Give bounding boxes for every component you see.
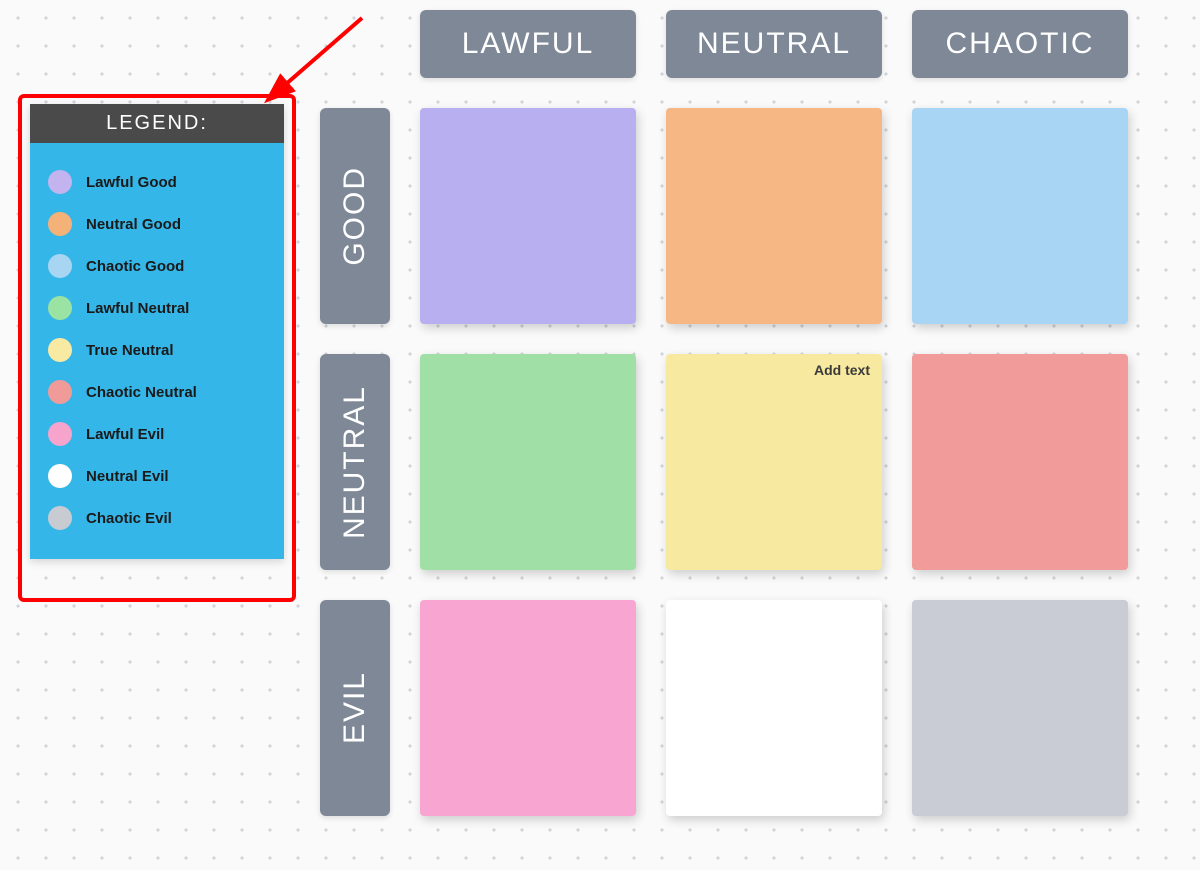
legend-item: Chaotic Evil: [44, 497, 270, 539]
legend-swatch: [48, 296, 72, 320]
legend-item-label: Lawful Neutral: [86, 300, 189, 317]
legend-swatch: [48, 170, 72, 194]
legend-item: Lawful Evil: [44, 413, 270, 455]
cell-lawful-evil[interactable]: [420, 600, 636, 816]
legend-item-label: True Neutral: [86, 342, 174, 359]
legend-panel: LEGEND: Lawful Good Neutral Good Chaotic…: [30, 104, 284, 559]
legend-item-label: Neutral Good: [86, 216, 181, 233]
legend-swatch: [48, 506, 72, 530]
legend-title: LEGEND:: [30, 104, 284, 143]
legend-item: Lawful Good: [44, 161, 270, 203]
grid-corner-empty: [320, 10, 390, 78]
cell-true-neutral[interactable]: Add text: [666, 354, 882, 570]
row-header-evil: EVIL: [320, 600, 390, 816]
cell-neutral-evil[interactable]: [666, 600, 882, 816]
legend-item: Chaotic Good: [44, 245, 270, 287]
legend-item-label: Neutral Evil: [86, 468, 169, 485]
legend-item-label: Chaotic Neutral: [86, 384, 197, 401]
cell-lawful-good[interactable]: [420, 108, 636, 324]
cell-lawful-neutral[interactable]: [420, 354, 636, 570]
legend-item: Chaotic Neutral: [44, 371, 270, 413]
legend-item-label: Chaotic Evil: [86, 510, 172, 527]
legend-body: Lawful Good Neutral Good Chaotic Good La…: [30, 143, 284, 559]
legend-swatch: [48, 380, 72, 404]
legend-item-label: Lawful Evil: [86, 426, 164, 443]
row-header-neutral: NEUTRAL: [320, 354, 390, 570]
cell-chaotic-evil[interactable]: [912, 600, 1128, 816]
cell-hint: Add text: [814, 362, 870, 378]
legend-swatch: [48, 254, 72, 278]
alignment-grid: LAWFUL NEUTRAL CHAOTIC GOOD NEUTRAL Add …: [320, 10, 1128, 816]
legend-item: Neutral Good: [44, 203, 270, 245]
legend-swatch: [48, 212, 72, 236]
legend-item-label: Chaotic Good: [86, 258, 184, 275]
legend-item: True Neutral: [44, 329, 270, 371]
legend-item: Lawful Neutral: [44, 287, 270, 329]
row-header-good: GOOD: [320, 108, 390, 324]
column-header-lawful: LAWFUL: [420, 10, 636, 78]
cell-neutral-good[interactable]: [666, 108, 882, 324]
legend-swatch: [48, 338, 72, 362]
legend-swatch: [48, 422, 72, 446]
cell-chaotic-good[interactable]: [912, 108, 1128, 324]
column-header-chaotic: CHAOTIC: [912, 10, 1128, 78]
legend-item-label: Lawful Good: [86, 174, 177, 191]
legend-swatch: [48, 464, 72, 488]
column-header-neutral: NEUTRAL: [666, 10, 882, 78]
cell-chaotic-neutral[interactable]: [912, 354, 1128, 570]
legend-item: Neutral Evil: [44, 455, 270, 497]
